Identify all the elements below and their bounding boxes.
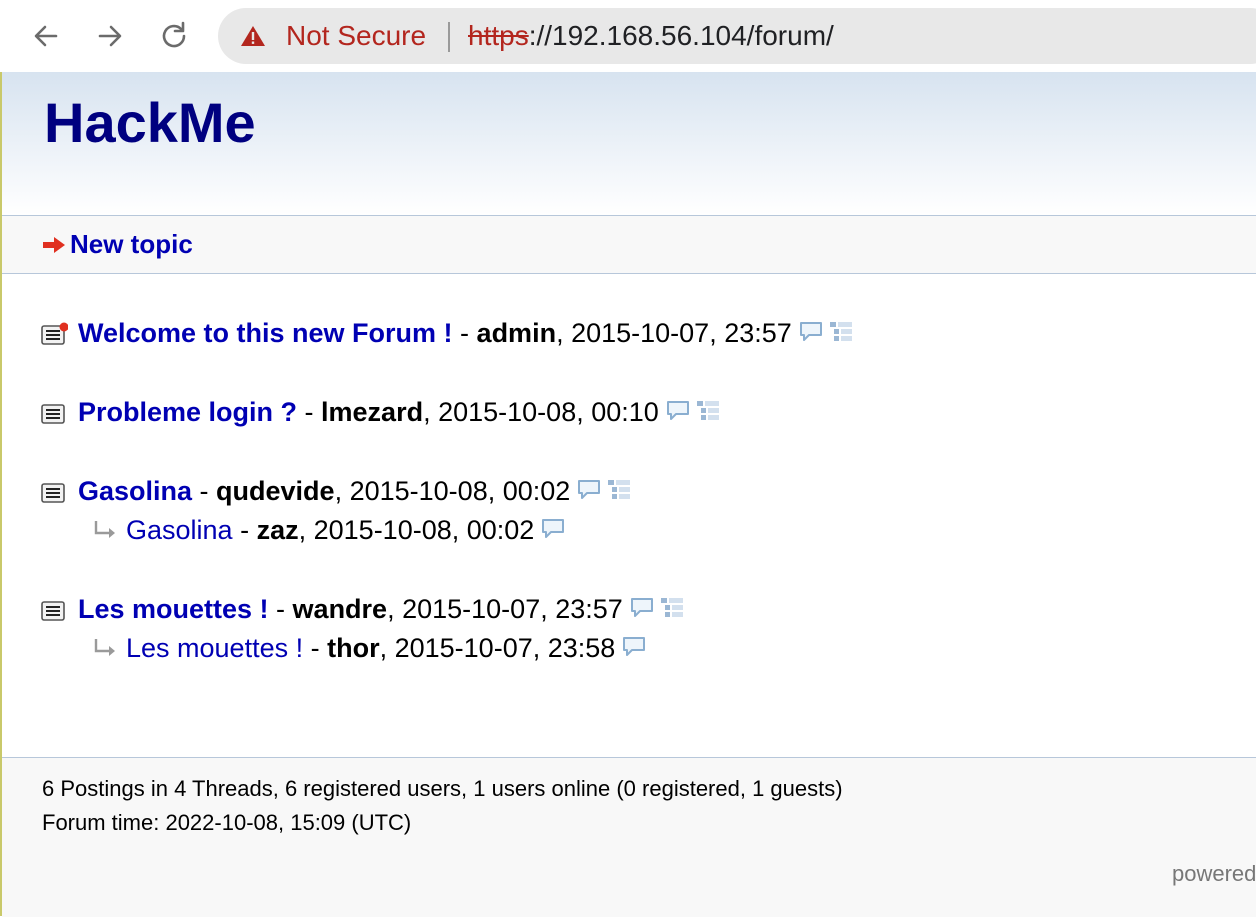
reply-line: Les mouettes ! - thor, 2015-10-07, 23:58 xyxy=(126,633,647,664)
url-text[interactable]: https://192.168.56.104/forum/ xyxy=(468,20,834,52)
thread-document-icon xyxy=(41,483,65,503)
new-topic-link[interactable]: New topic xyxy=(70,229,193,260)
thread-line: Probleme login ? - lmezard, 2015-10-08, … xyxy=(78,397,721,428)
site-header: HackMe xyxy=(2,72,1256,216)
separator: - xyxy=(452,318,477,348)
url-scheme: https xyxy=(468,20,529,51)
browser-toolbar: Not Secure https://192.168.56.104/forum/ xyxy=(0,0,1256,72)
security-status[interactable]: Not Secure xyxy=(286,20,426,52)
thread-line: Welcome to this new Forum ! - admin, 201… xyxy=(78,318,854,349)
separator: - xyxy=(268,594,293,624)
reply-date: 2015-10-07, 23:58 xyxy=(394,633,616,663)
omnibox-separator xyxy=(448,22,450,52)
comma: , xyxy=(298,515,314,545)
thread-document-icon xyxy=(41,322,68,345)
comma: , xyxy=(423,397,439,427)
reload-icon[interactable] xyxy=(156,18,192,54)
url-path: ://192.168.56.104/forum/ xyxy=(528,20,834,51)
reply-author: zaz xyxy=(256,515,299,545)
comma: , xyxy=(556,318,572,348)
reply-arrow-icon xyxy=(94,521,115,538)
tree-view-icon[interactable] xyxy=(695,399,721,423)
separator: - xyxy=(303,633,328,663)
thread-title-link[interactable]: Les mouettes ! xyxy=(78,594,269,624)
thread-date: 2015-10-07, 23:57 xyxy=(402,594,623,624)
reply-title-link[interactable]: Les mouettes ! xyxy=(126,633,303,663)
comma: , xyxy=(379,633,395,663)
address-bar[interactable]: Not Secure https://192.168.56.104/forum/ xyxy=(218,8,1256,64)
reply-author: thor xyxy=(327,633,380,663)
reply-arrow-icon xyxy=(94,639,115,656)
thread-document-icon xyxy=(41,404,65,424)
comment-bubble-icon[interactable] xyxy=(798,320,824,344)
separator: - xyxy=(232,515,257,545)
comment-bubble-icon[interactable] xyxy=(629,596,655,620)
separator: - xyxy=(192,476,217,506)
red-arrow-icon xyxy=(43,237,65,253)
comment-bubble-icon[interactable] xyxy=(621,635,647,659)
comment-bubble-icon[interactable] xyxy=(665,399,691,423)
comment-bubble-icon[interactable] xyxy=(540,517,566,541)
forum-time: Forum time: 2022-10-08, 15:09 (UTC) xyxy=(42,810,412,835)
powered-by[interactable]: powered xyxy=(1172,861,1256,887)
thread-title-link[interactable]: Gasolina xyxy=(78,476,192,506)
tree-view-icon[interactable] xyxy=(659,596,685,620)
comma: , xyxy=(334,476,350,506)
comma: , xyxy=(387,594,403,624)
reply-date: 2015-10-08, 00:02 xyxy=(313,515,535,545)
subnav-bar: New topic xyxy=(2,216,1256,274)
thread-author: admin xyxy=(476,318,557,348)
footer: 6 Postings in 4 Threads, 6 registered us… xyxy=(2,757,1256,917)
thread-author: qudevide xyxy=(216,476,335,506)
forward-arrow-icon[interactable] xyxy=(92,18,128,54)
thread-title-link[interactable]: Welcome to this new Forum ! xyxy=(78,318,453,348)
thread-author: wandre xyxy=(292,594,388,624)
warning-triangle-icon[interactable] xyxy=(240,25,266,47)
thread-date: 2015-10-07, 23:57 xyxy=(571,318,792,348)
thread-title-link[interactable]: Probleme login ? xyxy=(78,397,297,427)
tree-view-icon[interactable] xyxy=(828,320,854,344)
thread-date: 2015-10-08, 00:02 xyxy=(349,476,571,506)
back-arrow-icon[interactable] xyxy=(28,18,64,54)
forum-stats: 6 Postings in 4 Threads, 6 registered us… xyxy=(42,776,843,801)
thread-line: Gasolina - qudevide, 2015-10-08, 00:02 xyxy=(78,476,632,507)
thread-document-icon xyxy=(41,601,65,621)
tree-view-icon[interactable] xyxy=(606,478,632,502)
thread-author: lmezard xyxy=(321,397,424,427)
reply-title-link[interactable]: Gasolina xyxy=(126,515,233,545)
thread-date: 2015-10-08, 00:10 xyxy=(438,397,659,427)
separator: - xyxy=(297,397,322,427)
site-title: HackMe xyxy=(44,91,256,154)
comment-bubble-icon[interactable] xyxy=(576,478,602,502)
thread-line: Les mouettes ! - wandre, 2015-10-07, 23:… xyxy=(78,594,685,625)
reply-line: Gasolina - zaz, 2015-10-08, 00:02 xyxy=(126,515,566,546)
